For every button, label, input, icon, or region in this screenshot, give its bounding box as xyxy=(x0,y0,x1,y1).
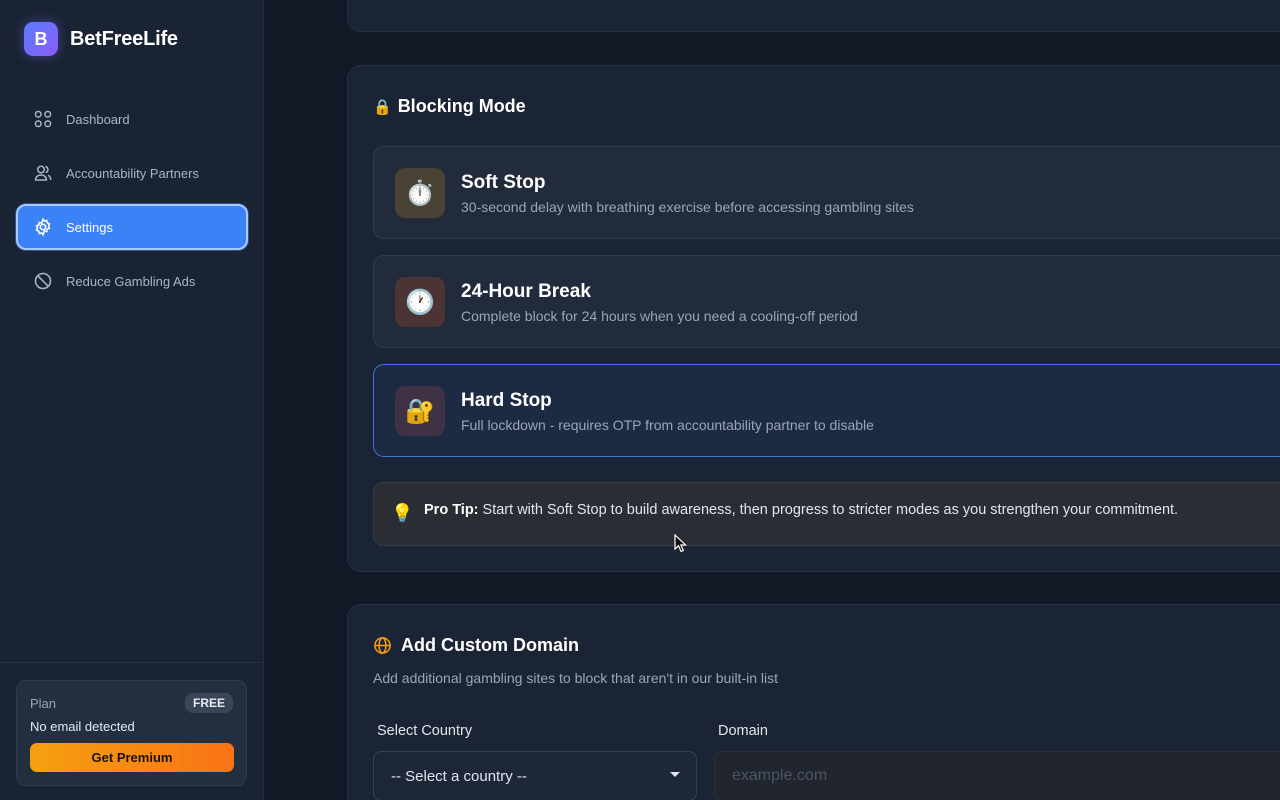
sidebar-item-reduce-gambling-ads[interactable]: Reduce Gambling Ads xyxy=(16,258,248,304)
sidebar-item-accountability-partners[interactable]: Accountability Partners xyxy=(16,150,248,196)
mode-24-hour-break[interactable]: 🕐 24-Hour Break Complete block for 24 ho… xyxy=(373,255,1280,348)
globe-icon xyxy=(374,637,391,654)
users-icon xyxy=(34,165,52,181)
mouse-pointer-icon xyxy=(674,534,687,553)
section-title-text: Add Custom Domain xyxy=(401,635,579,655)
sidebar: B BetFreeLife Dashboard Accountability P… xyxy=(0,0,264,800)
plan-card: Plan FREE No email detected Get Premium xyxy=(16,680,247,786)
mode-title: Hard Stop xyxy=(461,390,552,411)
section-title-text: Blocking Mode xyxy=(397,96,526,116)
grid-icon xyxy=(34,110,52,128)
mode-hard-stop[interactable]: 🔐 Hard Stop Full lockdown - requires OTP… xyxy=(373,364,1280,457)
lightbulb-icon: 💡 xyxy=(391,503,414,523)
block-icon xyxy=(34,272,52,290)
custom-domain-subtitle: Add additional gambling sites to block t… xyxy=(373,670,779,686)
lock-icon: 🔒 xyxy=(373,98,392,116)
sidebar-item-settings[interactable]: Settings xyxy=(16,204,248,250)
mode-description: Complete block for 24 hours when you nee… xyxy=(461,308,858,324)
mode-title: 24-Hour Break xyxy=(461,281,591,302)
blocking-mode-title: 🔒 Blocking Mode xyxy=(373,96,526,117)
blocking-mode-card: 🔒 Blocking Mode ⏱️ Soft Stop 30-second d… xyxy=(347,65,1280,572)
sidebar-nav: Dashboard Accountability Partners Settin… xyxy=(16,96,248,312)
caret-down-icon xyxy=(670,772,680,777)
brand[interactable]: B BetFreeLife xyxy=(24,22,178,56)
brand-name: BetFreeLife xyxy=(70,27,178,50)
country-select[interactable]: -- Select a country -- xyxy=(373,751,697,800)
main-content: 🔒 Blocking Mode ⏱️ Soft Stop 30-second d… xyxy=(264,0,1280,800)
brand-logo: B xyxy=(24,22,58,56)
pro-tip-label: Pro Tip: xyxy=(424,502,479,518)
domain-input[interactable] xyxy=(714,751,1280,800)
stopwatch-icon: ⏱️ xyxy=(395,168,445,218)
custom-domain-card: Add Custom Domain Add additional gamblin… xyxy=(347,604,1280,800)
sidebar-item-label: Reduce Gambling Ads xyxy=(66,273,196,289)
pro-tip-body: Start with Soft Stop to build awareness,… xyxy=(478,502,1179,518)
get-premium-button[interactable]: Get Premium xyxy=(30,743,234,772)
mode-description: 30-second delay with breathing exercise … xyxy=(461,199,914,215)
mode-soft-stop[interactable]: ⏱️ Soft Stop 30-second delay with breath… xyxy=(373,146,1280,239)
sidebar-footer: Plan FREE No email detected Get Premium xyxy=(0,662,264,800)
plan-email: No email detected xyxy=(30,719,135,734)
country-label: Select Country xyxy=(377,723,473,739)
mode-title: Soft Stop xyxy=(461,172,546,193)
gear-icon xyxy=(35,217,51,237)
sidebar-item-label: Settings xyxy=(66,219,113,235)
plan-badge: FREE xyxy=(184,693,233,713)
sidebar-item-label: Accountability Partners xyxy=(66,165,199,181)
clock-icon: 🕐 xyxy=(395,277,445,327)
mode-description: Full lockdown - requires OTP from accoun… xyxy=(461,417,874,433)
domain-label: Domain xyxy=(718,723,768,739)
lock-with-key-icon: 🔐 xyxy=(395,386,445,436)
sidebar-item-label: Dashboard xyxy=(66,111,130,127)
country-select-value: -- Select a country -- xyxy=(391,767,527,785)
sidebar-item-dashboard[interactable]: Dashboard xyxy=(16,96,248,142)
pro-tip: 💡 Pro Tip: Start with Soft Stop to build… xyxy=(373,482,1280,546)
plan-label: Plan xyxy=(30,696,57,711)
pro-tip-text: Pro Tip: Start with Soft Stop to build a… xyxy=(424,502,1178,518)
custom-domain-title: Add Custom Domain xyxy=(373,635,579,656)
previous-section-card xyxy=(347,0,1280,32)
